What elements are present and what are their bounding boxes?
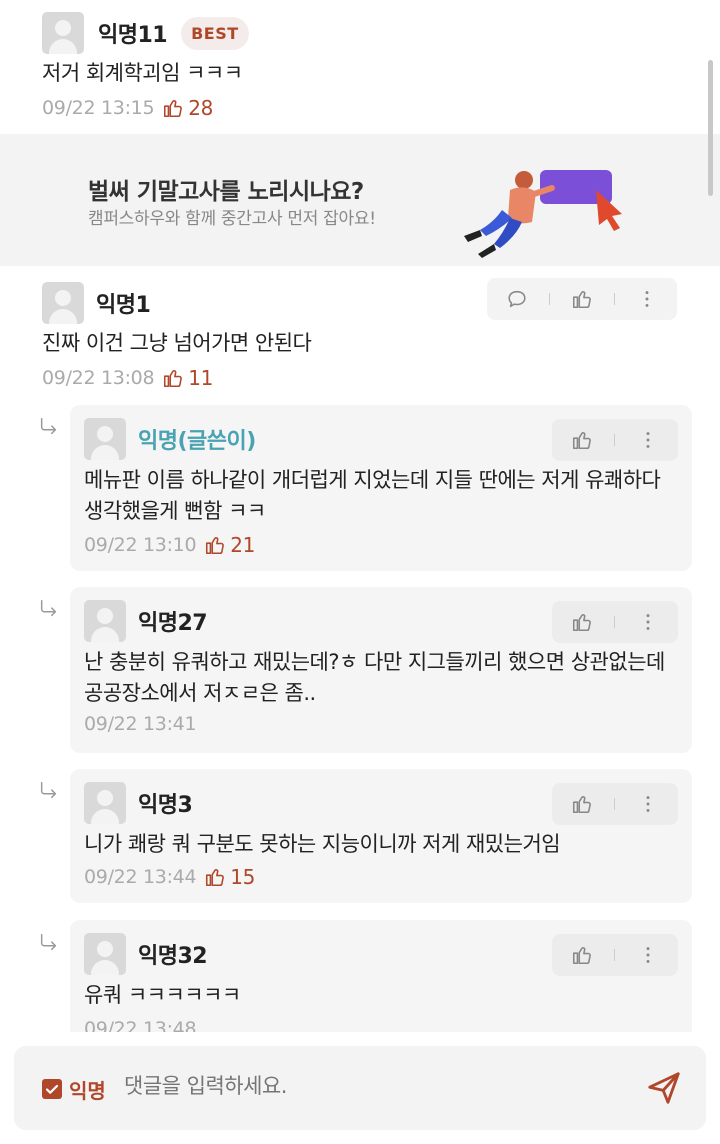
divider bbox=[614, 949, 616, 961]
anonymous-label[interactable]: 익명 bbox=[69, 1075, 106, 1104]
reply: 익명(글쓴이) 메뉴판 이름 하나같이 개더럽게 지었는데 지들 딴에는 저게 … bbox=[70, 405, 692, 571]
more-vertical-icon[interactable] bbox=[637, 793, 659, 815]
ad-subtitle: 캠퍼스하우와 함께 중간고사 먼저 잡아요! bbox=[88, 209, 376, 229]
thumbs-up-icon bbox=[162, 367, 184, 389]
divider bbox=[614, 798, 616, 810]
comment-nickname: 익명11 bbox=[98, 23, 168, 48]
reply-arrow-icon bbox=[38, 932, 60, 954]
send-icon[interactable] bbox=[645, 1069, 683, 1107]
thumbs-up-icon[interactable] bbox=[571, 944, 593, 966]
avatar bbox=[84, 418, 126, 460]
reply-arrow-icon bbox=[38, 780, 60, 802]
reply-actions bbox=[552, 419, 678, 461]
avatar bbox=[42, 12, 84, 54]
reply-time: 09/22 13:44 bbox=[84, 866, 197, 888]
anonymous-checkbox[interactable] bbox=[42, 1079, 62, 1099]
like-count: 11 bbox=[162, 366, 213, 390]
divider bbox=[614, 616, 616, 628]
avatar bbox=[84, 782, 126, 824]
comment-time: 09/22 13:15 bbox=[42, 97, 155, 119]
reply-content: 니가 쾌랑 쿼 구분도 못하는 지능이니까 저게 재밌는거임 bbox=[84, 832, 561, 856]
ad-banner[interactable]: 벌써 기말고사를 노리시나요? 캠퍼스하우와 함께 중간고사 먼저 잡아요! bbox=[0, 134, 720, 266]
like-count: 28 bbox=[162, 96, 213, 120]
divider bbox=[614, 434, 616, 446]
avatar bbox=[42, 282, 84, 324]
comment-input[interactable] bbox=[124, 1074, 624, 1098]
reply-nickname: 익명32 bbox=[138, 944, 208, 969]
reply: 익명27 난 충분히 유쿼하고 재밌는데?ㅎ 다만 지그들끼리 했으면 상관없는… bbox=[70, 587, 692, 753]
checkbox-icon bbox=[45, 1084, 59, 1094]
more-vertical-icon[interactable] bbox=[637, 944, 659, 966]
thumbs-up-icon[interactable] bbox=[571, 288, 593, 310]
reply-nickname: 익명3 bbox=[138, 793, 193, 818]
thumbs-up-icon[interactable] bbox=[571, 611, 593, 633]
reply-time: 09/22 13:10 bbox=[84, 534, 197, 556]
reply-nickname: 익명(글쓴이) bbox=[138, 429, 256, 454]
reply-actions bbox=[552, 934, 678, 976]
comment-content: 저거 회계학괴임 ㅋㅋㅋ bbox=[42, 61, 243, 85]
reply-actions bbox=[552, 783, 678, 825]
divider bbox=[548, 293, 550, 305]
avatar bbox=[84, 600, 126, 642]
thumbs-up-icon bbox=[204, 534, 226, 556]
divider bbox=[614, 293, 616, 305]
scrollbar[interactable] bbox=[708, 60, 713, 196]
like-count: 21 bbox=[204, 533, 255, 557]
ad-title: 벌써 기말고사를 노리시나요? bbox=[88, 179, 364, 205]
comment-input-box: 익명 bbox=[14, 1046, 706, 1130]
thumbs-up-icon bbox=[204, 866, 226, 888]
reply: 익명3 니가 쾌랑 쿼 구분도 못하는 지능이니까 저게 재밌는거임 09/22… bbox=[70, 769, 692, 903]
comment-time: 09/22 13:08 bbox=[42, 367, 155, 389]
comment-content: 진짜 이건 그냥 넘어가면 안된다 bbox=[42, 331, 312, 355]
more-vertical-icon[interactable] bbox=[637, 611, 659, 633]
reply-content: 유쿼 ㅋㅋㅋㅋㅋㅋ bbox=[84, 983, 241, 1007]
best-comment: 익명11 BEST 저거 회계학괴임 ㅋㅋㅋ 09/22 13:15 28 bbox=[0, 0, 720, 134]
comment-nickname: 익명1 bbox=[96, 293, 151, 318]
ad-illustration bbox=[464, 170, 622, 258]
reply-content: 메뉴판 이름 하나같이 개더럽게 지었는데 지들 딴에는 저게 유쾌하다 생각했… bbox=[84, 468, 661, 523]
thumbs-up-icon[interactable] bbox=[571, 793, 593, 815]
comment-input-bar: 익명 bbox=[0, 1032, 720, 1144]
reply-actions bbox=[552, 601, 678, 643]
like-count: 15 bbox=[204, 865, 255, 889]
avatar bbox=[84, 933, 126, 975]
more-vertical-icon[interactable] bbox=[636, 288, 658, 310]
reply-arrow-icon bbox=[38, 416, 60, 438]
comment-icon[interactable] bbox=[506, 288, 528, 310]
thumbs-up-icon[interactable] bbox=[571, 429, 593, 451]
more-vertical-icon[interactable] bbox=[637, 429, 659, 451]
thumbs-up-icon bbox=[162, 97, 184, 119]
reply-nickname: 익명27 bbox=[138, 611, 208, 636]
comment-actions bbox=[487, 278, 677, 320]
reply-content: 난 충분히 유쿼하고 재밌는데?ㅎ 다만 지그들끼리 했으면 상관없는데 공공장… bbox=[84, 650, 665, 705]
best-badge: BEST bbox=[181, 16, 249, 50]
reply-time: 09/22 13:41 bbox=[84, 713, 197, 735]
reply-arrow-icon bbox=[38, 598, 60, 620]
